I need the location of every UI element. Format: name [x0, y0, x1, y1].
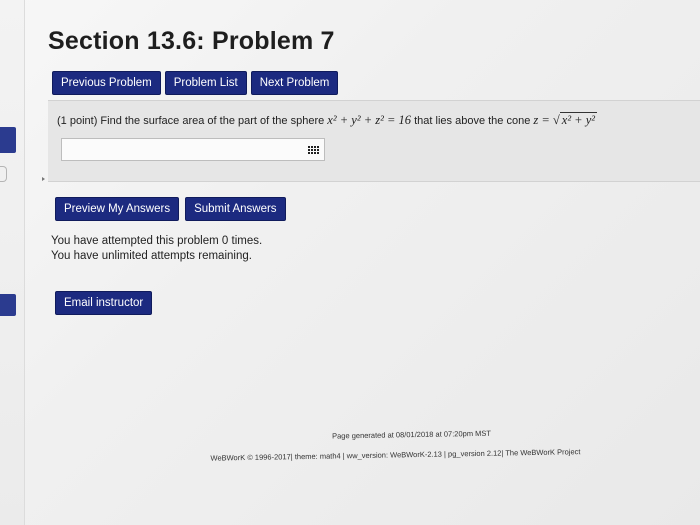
sqrt-icon: √: [552, 113, 560, 127]
email-instructor-button[interactable]: Email instructor: [55, 291, 153, 315]
problem-text-before: Find the surface area of the part of the…: [100, 115, 325, 127]
previous-problem-button[interactable]: Previous Problem: [52, 71, 161, 95]
sphere-equation: x² + y² + z² = 16: [327, 113, 412, 127]
problem-navigation: Previous Problem Problem List Next Probl…: [52, 71, 339, 95]
answer-input[interactable]: [61, 138, 325, 161]
attempts-count-text: You have attempted this problem 0 times.: [51, 235, 263, 247]
page-footer: Page generated at 08/01/2018 at 07:20pm …: [0, 425, 700, 463]
grid-icon[interactable]: [308, 146, 319, 154]
attempts-remaining-text: You have unlimited attempts remaining.: [51, 250, 252, 262]
submit-answers-button[interactable]: Submit Answers: [185, 197, 286, 221]
sidebar-tab[interactable]: [0, 294, 16, 316]
sidebar-tab[interactable]: [0, 127, 16, 153]
problem-statement-box: (1 point) Find the surface area of the p…: [48, 100, 700, 182]
attempts-info: You have attempted this problem 0 times.…: [51, 234, 262, 264]
page-title: Section 13.6: Problem 7: [48, 27, 335, 55]
problem-text: (1 point) Find the surface area of the p…: [57, 112, 598, 128]
cone-radicand: x² + y²: [559, 112, 598, 127]
caret-right-icon: [42, 177, 45, 181]
problem-list-button[interactable]: Problem List: [164, 71, 247, 95]
problem-text-after: that lies above the cone: [414, 115, 531, 127]
next-problem-button[interactable]: Next Problem: [250, 71, 339, 95]
page-generated-text: Page generated at 08/01/2018 at 07:20pm …: [332, 428, 492, 441]
sidebar-collapse-handle[interactable]: [0, 166, 7, 182]
footer-credits: WeBWorK © 1996-2017| theme: math4 | ww_v…: [210, 447, 581, 463]
left-sidebar: [0, 0, 25, 525]
preview-answers-button[interactable]: Preview My Answers: [55, 197, 180, 221]
answer-actions: Preview My Answers Submit Answers: [55, 197, 286, 221]
problem-points: (1 point): [57, 115, 98, 127]
cone-lhs: z =: [533, 113, 550, 127]
